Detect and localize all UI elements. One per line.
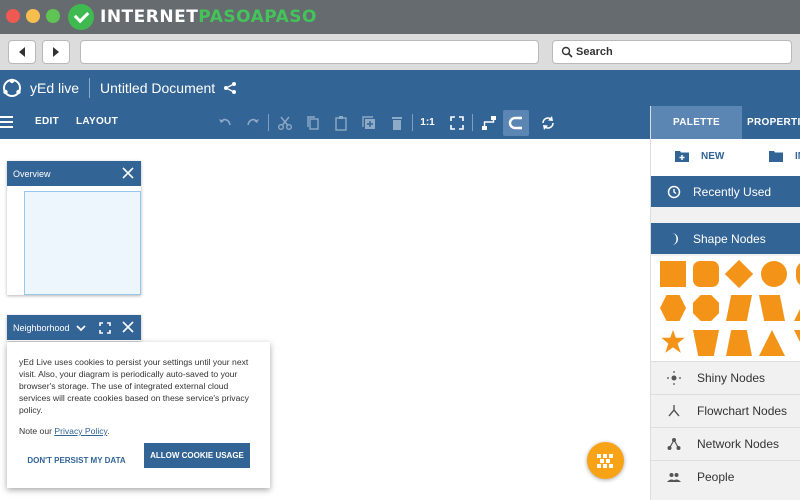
- document-title[interactable]: Untitled Document: [100, 80, 215, 96]
- chevron-down-icon[interactable]: [75, 324, 86, 332]
- layout-menu-button[interactable]: LAYOUT: [76, 116, 118, 127]
- shape-nodes-grid: [651, 256, 800, 361]
- privacy-policy-link[interactable]: Privacy Policy: [54, 426, 107, 436]
- yed-logo-icon: [3, 78, 21, 97]
- fit-content-icon[interactable]: [448, 114, 465, 131]
- window-minimize-button[interactable]: [26, 9, 40, 23]
- edge-routing-icon[interactable]: [480, 114, 497, 131]
- shiny-nodes-section[interactable]: Shiny Nodes: [651, 361, 800, 394]
- folder-icon: [769, 151, 783, 162]
- snapping-magnet-icon[interactable]: [503, 110, 529, 136]
- window-close-button[interactable]: [6, 9, 20, 23]
- app-header: yEd live Untitled Document: [0, 70, 800, 106]
- redo-icon[interactable]: [244, 114, 261, 131]
- star-shape-node[interactable]: [661, 330, 685, 353]
- sparkle-icon: [667, 371, 681, 385]
- triangle-shape-node[interactable]: [759, 330, 785, 356]
- people-icon: [667, 473, 681, 482]
- checkmark-logo-icon: [68, 4, 94, 30]
- back-button[interactable]: [8, 40, 36, 64]
- parallelogram-2-shape-node[interactable]: [759, 295, 785, 321]
- rounded-rectangle-shape-node[interactable]: [693, 261, 719, 287]
- brand-suffix: PASOAPASO: [198, 7, 317, 27]
- browser-toolbar: Search: [0, 34, 800, 70]
- browser-search-input[interactable]: Search: [552, 40, 792, 64]
- neighborhood-panel-header: Neighborhood: [7, 315, 141, 340]
- toolbar-separator: [268, 114, 269, 131]
- toolbar-separator: [412, 114, 413, 131]
- history-icon: [667, 185, 681, 198]
- brand-prefix: INTERNET: [100, 7, 199, 27]
- triangle-down-shape-node[interactable]: [794, 330, 800, 356]
- diamond-shape-node[interactable]: [724, 259, 754, 289]
- hamburger-menu-icon[interactable]: [0, 116, 13, 128]
- rectangle-shape-node[interactable]: [660, 261, 686, 287]
- palette-tabs: PALETTE PROPERTIES: [651, 106, 800, 139]
- circle-shape-node[interactable]: [796, 261, 800, 287]
- overview-viewport[interactable]: [24, 191, 141, 295]
- people-section[interactable]: People: [651, 460, 800, 493]
- search-icon: [561, 46, 573, 58]
- arrow-right-icon: [53, 47, 59, 57]
- window-maximize-button[interactable]: [46, 9, 60, 23]
- grid-dots-fab-button[interactable]: [587, 442, 624, 479]
- palette-panel: PALETTE PROPERTIES NEW IM Recently Used …: [650, 106, 800, 500]
- zoom-original-button[interactable]: 1:1: [419, 114, 436, 131]
- ellipse-shape-node[interactable]: [761, 261, 787, 287]
- close-icon[interactable]: [122, 321, 134, 333]
- moon-icon: [672, 232, 678, 245]
- forward-button[interactable]: [42, 40, 70, 64]
- import-palette-button[interactable]: IM: [769, 150, 800, 162]
- trapezoid-shape-node[interactable]: [693, 330, 719, 356]
- arrow-shape-node[interactable]: [794, 295, 800, 321]
- cookie-consent-message: yEd Live uses cookies to persist your se…: [19, 357, 249, 415]
- close-icon[interactable]: [122, 167, 134, 179]
- flowchart-nodes-section[interactable]: Flowchart Nodes: [651, 394, 800, 427]
- duplicate-icon[interactable]: [360, 114, 377, 131]
- overview-panel-title: Overview: [13, 168, 51, 179]
- share-icon[interactable]: [223, 81, 237, 95]
- shape-nodes-section[interactable]: Shape Nodes: [651, 223, 800, 254]
- tab-palette[interactable]: PALETTE: [651, 106, 742, 139]
- dont-persist-button[interactable]: DON'T PERSIST MY DATA: [19, 448, 134, 472]
- toolbar-separator: [472, 114, 473, 131]
- overview-panel: Overview: [7, 161, 141, 295]
- search-placeholder: Search: [576, 46, 613, 58]
- neighborhood-panel-title: Neighborhood: [13, 322, 70, 333]
- browser-titlebar: INTERNETPASOAPASO: [0, 0, 800, 34]
- edit-menu-button[interactable]: EDIT: [35, 116, 59, 127]
- arrow-left-icon: [19, 47, 25, 57]
- paste-icon[interactable]: [332, 114, 349, 131]
- neighborhood-panel: Neighborhood: [7, 315, 141, 341]
- tab-properties[interactable]: PROPERTIES: [747, 106, 800, 139]
- octagon-shape-node[interactable]: [693, 295, 719, 321]
- layout-refresh-icon[interactable]: [539, 114, 556, 131]
- network-nodes-section[interactable]: Network Nodes: [651, 427, 800, 460]
- header-divider: [89, 78, 91, 98]
- app-name: yEd live: [30, 80, 80, 96]
- add-folder-icon: [675, 151, 689, 162]
- cookie-consent-note: Note our Privacy Policy.: [19, 426, 110, 436]
- flowchart-icon: [668, 405, 680, 417]
- expand-icon[interactable]: [99, 322, 111, 334]
- new-palette-button[interactable]: NEW: [675, 150, 724, 162]
- site-watermark: INTERNETPASOAPASO: [68, 4, 317, 30]
- cookie-consent-dialog: yEd Live uses cookies to persist your se…: [7, 342, 270, 488]
- undo-icon[interactable]: [216, 114, 233, 131]
- editor-toolbar: EDIT LAYOUT 1:1: [0, 106, 650, 139]
- allow-cookie-button[interactable]: ALLOW COOKIE USAGE: [144, 443, 250, 468]
- cut-icon[interactable]: [276, 114, 293, 131]
- parallelogram-shape-node[interactable]: [726, 295, 752, 321]
- palette-actions: NEW IM: [651, 139, 800, 176]
- overview-panel-header: Overview: [7, 161, 141, 186]
- trapezoid-2-shape-node[interactable]: [726, 330, 752, 356]
- address-bar[interactable]: [80, 40, 539, 64]
- hexagon-shape-node[interactable]: [660, 295, 686, 321]
- copy-icon[interactable]: [304, 114, 321, 131]
- delete-icon[interactable]: [388, 114, 405, 131]
- recently-used-section[interactable]: Recently Used: [651, 176, 800, 207]
- network-icon: [667, 438, 681, 450]
